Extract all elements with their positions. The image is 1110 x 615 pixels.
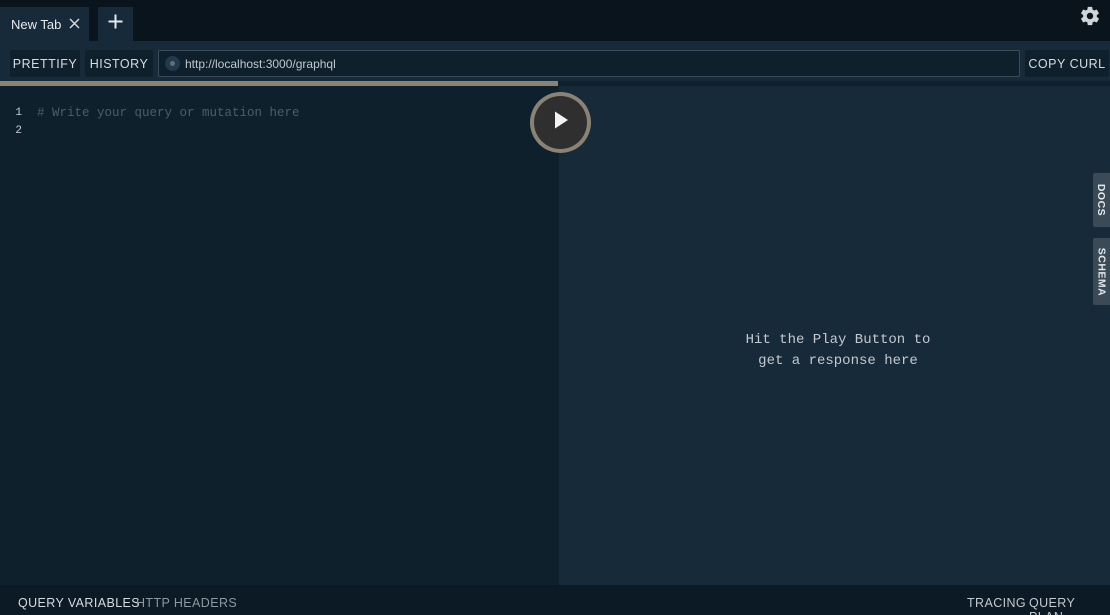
line-number: 2	[15, 125, 22, 137]
tab-bar: New Tab	[0, 0, 1110, 41]
tab-docs[interactable]: DOCS	[1093, 173, 1110, 227]
query-editor[interactable]: 1 2 # Write your query or mutation here	[0, 86, 559, 585]
prettify-button[interactable]: PRETTIFY	[10, 50, 80, 77]
hint-line-2: get a response here	[758, 353, 918, 369]
bottom-bar: QUERY VARIABLES HTTP HEADERS TRACING QUE…	[0, 585, 1110, 615]
play-icon	[552, 110, 570, 135]
http-headers-tab[interactable]: HTTP HEADERS	[136, 596, 237, 610]
copy-curl-button[interactable]: COPY CURL	[1025, 50, 1109, 77]
plus-icon	[108, 14, 123, 34]
gear-icon	[1079, 5, 1101, 32]
settings-button[interactable]	[1078, 6, 1102, 30]
endpoint-url-input[interactable]	[185, 56, 1005, 71]
tab-schema[interactable]: SCHEMA	[1093, 238, 1110, 305]
tracing-tab[interactable]: TRACING	[967, 596, 1026, 610]
schema-tab-label: SCHEMA	[1095, 247, 1108, 296]
editor-placeholder: # Write your query or mutation here	[37, 106, 300, 120]
tab-new-tab[interactable]: New Tab	[0, 7, 89, 41]
result-pane: Hit the Play Button to get a response he…	[559, 86, 1110, 585]
endpoint-url-box	[158, 50, 1020, 77]
close-icon[interactable]	[68, 16, 80, 30]
tab-label: New Tab	[11, 16, 62, 32]
docs-tab-label: DOCS	[1095, 183, 1108, 217]
line-gutter: 1 2	[0, 104, 28, 140]
play-button-inner	[534, 96, 587, 149]
graphql-playground: New Tab PRETTIFY HISTORY http://localhos…	[0, 0, 1110, 615]
line-number: 1	[15, 107, 22, 119]
execute-query-button[interactable]	[530, 92, 591, 153]
connection-status-icon	[165, 56, 180, 71]
history-button[interactable]: HISTORY	[85, 50, 153, 77]
query-variables-tab[interactable]: QUERY VARIABLES	[18, 596, 140, 610]
result-hint: Hit the Play Button to get a response he…	[559, 330, 1110, 372]
add-tab-button[interactable]	[98, 7, 133, 41]
query-plan-tab[interactable]: QUERY PLAN	[1029, 596, 1110, 615]
hint-line-1: Hit the Play Button to	[745, 332, 931, 348]
toolbar: PRETTIFY HISTORY COPY CURL	[0, 41, 1110, 81]
